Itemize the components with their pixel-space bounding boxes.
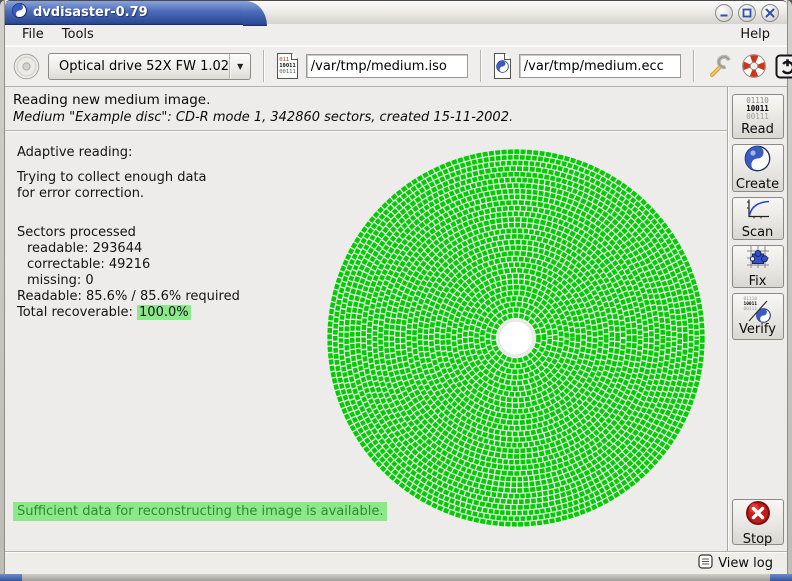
titlebar[interactable]: dvdisaster-0.79	[5, 0, 787, 24]
stop-button[interactable]: Stop	[732, 499, 784, 545]
stop-icon	[744, 499, 772, 531]
resize-grip-right[interactable]	[770, 574, 792, 581]
fix-button[interactable]: Fix	[732, 245, 784, 288]
chevron-down-icon: ▼	[237, 62, 243, 71]
read-binary-icon: 01110 10011 00111	[746, 97, 769, 121]
menu-tools[interactable]: Tools	[53, 25, 103, 44]
reading-canvas-area: Adaptive reading: Trying to collect enou…	[5, 131, 727, 551]
status-header: Reading new medium image. Medium "Exampl…	[5, 87, 727, 131]
scan-curve-icon	[745, 198, 771, 224]
main-panel: Reading new medium image. Medium "Exampl…	[5, 87, 727, 551]
ecc-file-icon	[494, 53, 511, 79]
scan-button-label: Scan	[742, 225, 774, 240]
app-logo-yinyang-icon	[12, 3, 27, 22]
toolbar-separator	[263, 50, 265, 82]
preferences-wrench-icon[interactable]	[707, 53, 733, 79]
app-window: dvdisaster-0.79 File Tools Help	[0, 0, 792, 581]
stop-button-label: Stop	[743, 532, 773, 547]
image-file-input[interactable]	[306, 54, 468, 78]
quit-power-icon[interactable]	[775, 54, 792, 79]
toolbar-separator	[480, 50, 482, 82]
disc-sector-visualization	[5, 131, 727, 551]
status-headline: Reading new medium image.	[13, 92, 727, 108]
iso-file-icon: 011 10011 00111	[277, 53, 298, 79]
view-log-icon	[698, 554, 713, 573]
fix-button-label: Fix	[749, 274, 767, 289]
read-button[interactable]: 01110 10011 00111 Read	[732, 94, 784, 139]
menu-help[interactable]: Help	[731, 25, 779, 44]
create-button[interactable]: Create	[732, 144, 784, 192]
resize-grip-left[interactable]	[0, 574, 22, 581]
toolbar: Optical drive 52X FW 1.02 ▼ 011 10011 00…	[5, 46, 787, 87]
verify-button[interactable]: 01110 10011 00111	[732, 293, 784, 340]
dropdown-arrow-box[interactable]: ▼	[229, 54, 250, 79]
drive-selector-dropdown[interactable]: Optical drive 52X FW 1.02 ▼	[48, 53, 251, 80]
fix-puzzle-icon	[745, 245, 771, 273]
maximize-button[interactable]	[738, 4, 756, 22]
create-button-label: Create	[736, 177, 779, 192]
cd-drive-icon	[13, 53, 40, 80]
drive-selector-value: Optical drive 52X FW 1.02	[49, 59, 229, 74]
ecc-file-input[interactable]	[519, 54, 681, 78]
menubar: File Tools Help	[5, 24, 787, 46]
read-button-label: Read	[741, 122, 774, 137]
help-lifebelt-icon[interactable]	[741, 53, 767, 79]
success-message: Sufficient data for reconstructing the i…	[13, 502, 387, 521]
toolbar-separator	[693, 50, 695, 82]
window-title: dvdisaster-0.79	[33, 5, 148, 20]
close-button[interactable]	[761, 4, 779, 22]
action-sidebar: 01110 10011 00111 Read	[727, 87, 787, 551]
window-bottom-border[interactable]	[0, 574, 792, 581]
medium-info-line: Medium "Example disc": CD-R mode 1, 3428…	[13, 110, 727, 125]
verify-icon: 01110 10011 00111	[743, 297, 773, 321]
scan-button[interactable]: Scan	[732, 197, 784, 240]
titlebar-tab[interactable]: dvdisaster-0.79	[5, 1, 243, 25]
menu-file[interactable]: File	[13, 25, 53, 44]
view-log-toggle[interactable]: View log	[718, 556, 773, 571]
create-yinyang-icon	[744, 145, 771, 176]
minimize-button[interactable]	[715, 4, 733, 22]
statusbar: View log	[5, 551, 787, 574]
